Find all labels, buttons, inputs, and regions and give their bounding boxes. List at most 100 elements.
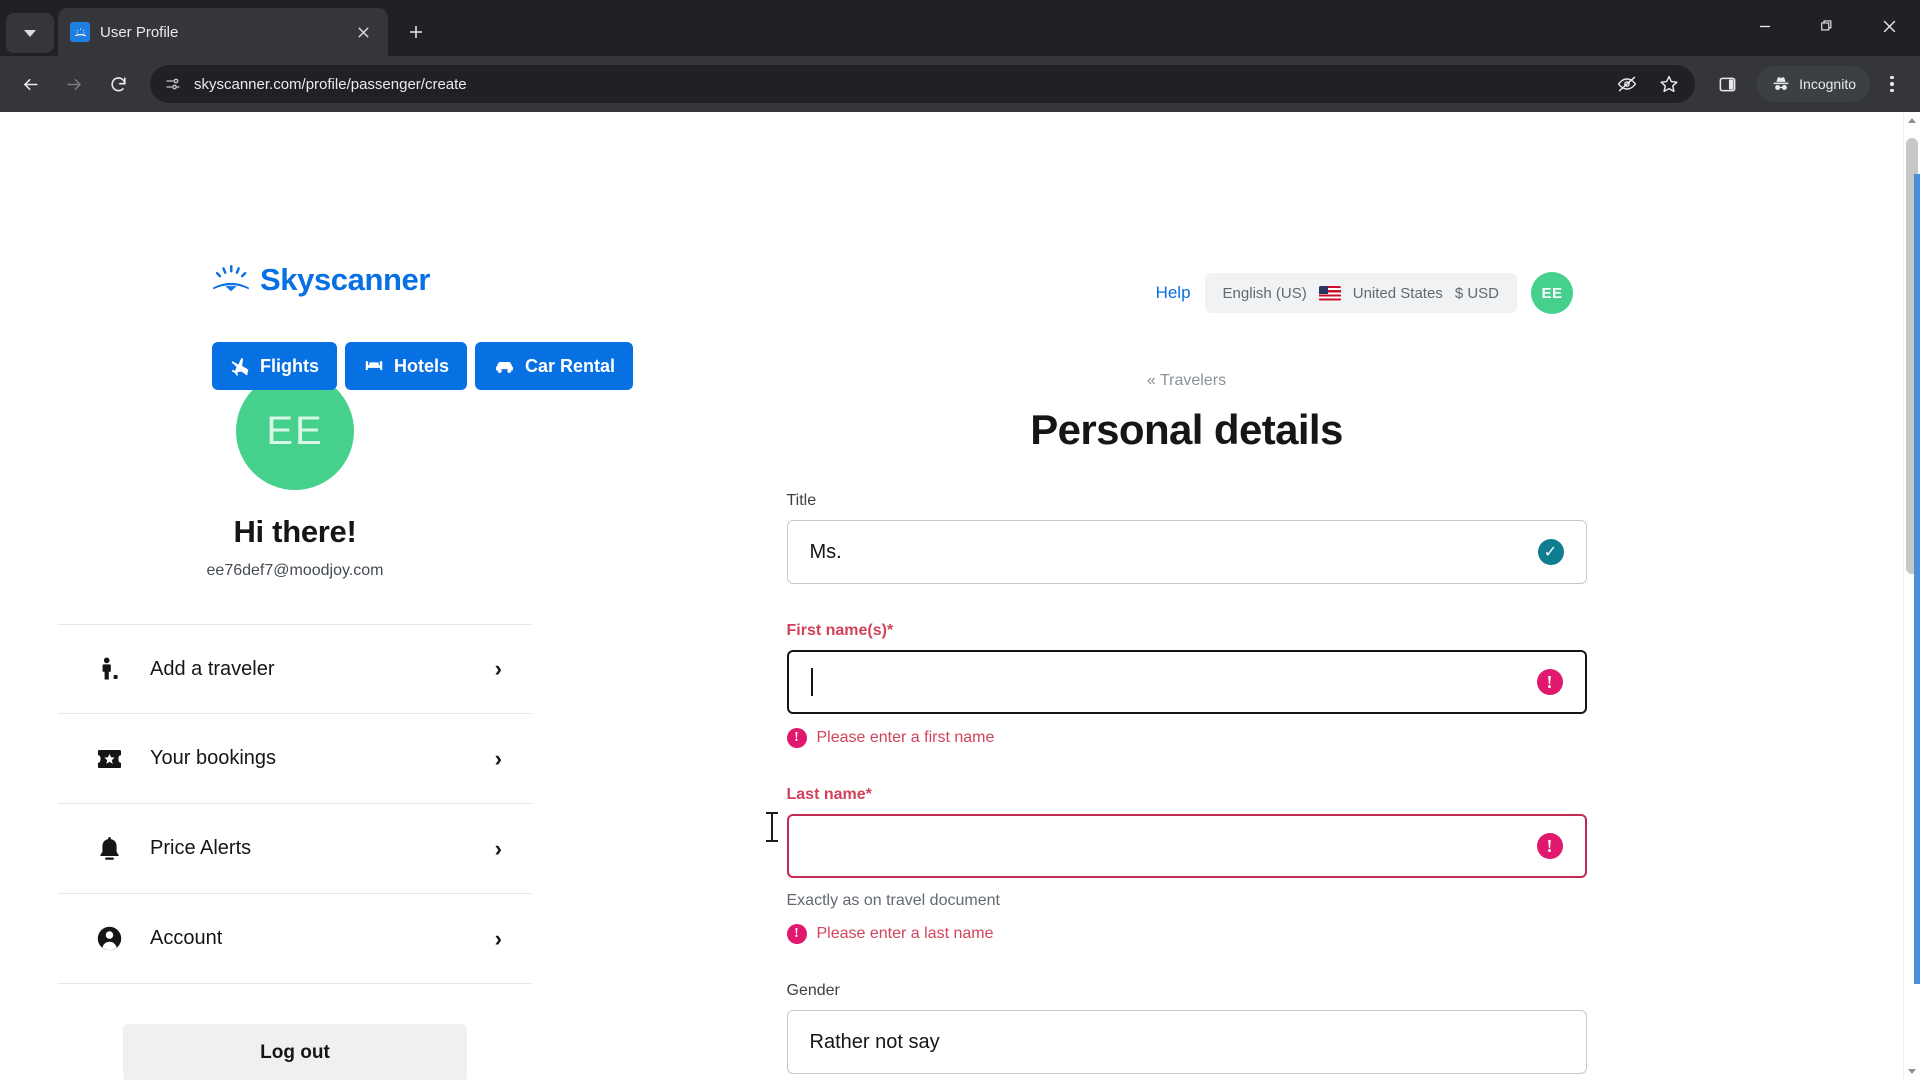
eye-slash-icon[interactable]: [1607, 64, 1647, 104]
locale-country: United States: [1352, 284, 1443, 302]
field-label-title: Title: [786, 492, 817, 509]
avatar-initials: EE: [266, 408, 324, 453]
star-icon[interactable]: [1649, 64, 1689, 104]
first-name-error: ! Please enter a first name: [786, 728, 1587, 748]
logout-container: Log out: [58, 1024, 532, 1080]
triangle-up-icon: [1908, 118, 1916, 123]
gender-select[interactable]: Rather not say: [786, 1010, 1587, 1074]
tab-title: User Profile: [100, 23, 179, 41]
sunrise-rays-icon: [212, 265, 250, 295]
text-caret: [810, 668, 813, 696]
reload-button[interactable]: [98, 64, 138, 104]
nav-button-label: Flights: [260, 355, 319, 376]
locale-language: English (US): [1222, 284, 1307, 302]
nav-button-label: Hotels: [394, 355, 450, 376]
browser-toolbar: skyscanner.com/profile/passenger/create: [0, 56, 1920, 112]
check-circle-icon: ✓: [1537, 539, 1564, 565]
error-message: Please enter a last name: [816, 925, 994, 942]
error-circle-icon: !: [786, 728, 807, 748]
field-gender: Gender Rather not say: [786, 982, 1587, 1074]
logo-text: Skyscanner: [260, 262, 431, 297]
incognito-badge[interactable]: Incognito: [1757, 66, 1870, 102]
back-button[interactable]: [10, 64, 50, 104]
title-value: Ms.: [809, 540, 842, 563]
bell-icon: [96, 836, 122, 861]
window-close-button[interactable]: [1858, 0, 1920, 52]
chevron-right-icon: ›: [494, 745, 502, 771]
sidebar-item-account[interactable]: Account ›: [58, 894, 532, 984]
error-circle-icon: !: [786, 924, 807, 944]
last-name-hint: Exactly as on travel document: [786, 892, 1000, 909]
forward-button[interactable]: [54, 64, 94, 104]
page-viewport: Skyscanner Flights Hotels Car Rental Hel…: [0, 112, 1920, 1080]
field-label-first-name: First name(s)*: [786, 622, 894, 639]
site-nav-buttons: Flights Hotels Car Rental: [212, 342, 634, 390]
page-title: Personal details: [1030, 406, 1343, 453]
address-bar-actions: [1607, 64, 1689, 104]
profile-sidebar: EE Hi there! ee76def7@moodjoy.com Add a …: [0, 272, 590, 1080]
window-controls: [1734, 0, 1920, 52]
error-circle-icon: !: [1536, 833, 1563, 859]
sidebar-item-your-bookings[interactable]: Your bookings ›: [58, 714, 532, 804]
locale-currency-selector[interactable]: English (US) United States $ USD: [1204, 273, 1517, 313]
user-email: ee76def7@moodjoy.com: [206, 562, 384, 579]
title-select[interactable]: Ms. ✓: [786, 520, 1587, 584]
page-body: EE Hi there! ee76def7@moodjoy.com Add a …: [0, 272, 1903, 1080]
tab-close-button[interactable]: [350, 19, 376, 45]
nav-button-flights[interactable]: Flights: [212, 342, 337, 390]
first-name-input[interactable]: !: [786, 650, 1587, 714]
side-panel-icon[interactable]: [1707, 64, 1747, 104]
help-link[interactable]: Help: [1156, 283, 1191, 303]
skyscanner-logo[interactable]: Skyscanner: [212, 262, 430, 298]
incognito-label: Incognito: [1799, 76, 1856, 92]
browser-window: User Profile skyscanner.com/profile/pass…: [0, 0, 1920, 1080]
scrollbar-up-arrow[interactable]: [1904, 112, 1920, 129]
three-dot-menu-icon[interactable]: [1874, 64, 1910, 104]
error-circle-icon: !: [1536, 669, 1563, 695]
sidebar-item-label: Add a traveler: [150, 657, 275, 680]
field-label-gender: Gender: [786, 982, 840, 999]
account-circle-icon: [96, 926, 122, 951]
sidebar-menu: Add a traveler › Your bookings › Price A…: [58, 624, 532, 984]
focus-highlight-line: [1914, 174, 1920, 984]
airplane-icon: [230, 356, 251, 377]
person-add-icon: [96, 657, 122, 681]
header-right-controls: Help English (US) United States $ USD EE: [1156, 272, 1573, 314]
breadcrumb[interactable]: « Travelers: [787, 372, 1587, 390]
sidebar-item-add-a-traveler[interactable]: Add a traveler ›: [58, 624, 532, 714]
incognito-hat-icon: [1771, 74, 1791, 94]
tab-strip: User Profile: [0, 0, 1920, 56]
last-name-error: ! Please enter a last name: [786, 924, 1587, 944]
window-maximize-button[interactable]: [1796, 0, 1858, 52]
new-tab-button[interactable]: [396, 12, 436, 52]
locale-currency: $ USD: [1454, 284, 1499, 302]
gender-value: Rather not say: [809, 1030, 940, 1053]
error-message: Please enter a first name: [816, 729, 995, 746]
sidebar-item-label: Account: [150, 927, 223, 949]
page-info-icon[interactable]: [164, 75, 182, 93]
field-last-name: Last name* ! Exactly as on travel docume…: [786, 786, 1587, 944]
car-icon: [493, 355, 516, 378]
nav-button-hotels[interactable]: Hotels: [345, 342, 468, 390]
scrollbar-down-arrow[interactable]: [1904, 1063, 1920, 1080]
skyscanner-page: Skyscanner Flights Hotels Car Rental Hel…: [0, 112, 1903, 1080]
header-avatar[interactable]: EE: [1531, 272, 1573, 314]
avatar-initials: EE: [1541, 284, 1563, 302]
chevron-down-icon: [24, 29, 36, 37]
ticket-icon: [96, 748, 122, 770]
browser-tab[interactable]: User Profile: [58, 8, 388, 56]
sidebar-item-label: Price Alerts: [150, 837, 252, 859]
field-first-name: First name(s)* ! ! Please enter a first …: [786, 622, 1587, 748]
window-minimize-button[interactable]: [1734, 0, 1796, 52]
last-name-input[interactable]: !: [786, 814, 1587, 878]
sidebar-item-price-alerts[interactable]: Price Alerts ›: [58, 804, 532, 894]
address-bar[interactable]: skyscanner.com/profile/passenger/create: [150, 64, 1696, 104]
nav-button-car-rental[interactable]: Car Rental: [475, 342, 634, 390]
chevron-right-icon: ›: [494, 925, 502, 951]
tab-search-button[interactable]: [6, 13, 54, 53]
triangle-down-icon: [1908, 1069, 1916, 1074]
field-label-last-name: Last name*: [786, 786, 872, 803]
personal-details-form: « Travelers Personal details Title Ms. ✓: [590, 272, 1903, 1080]
nav-button-label: Car Rental: [525, 355, 616, 376]
logout-button[interactable]: Log out: [123, 1024, 467, 1080]
